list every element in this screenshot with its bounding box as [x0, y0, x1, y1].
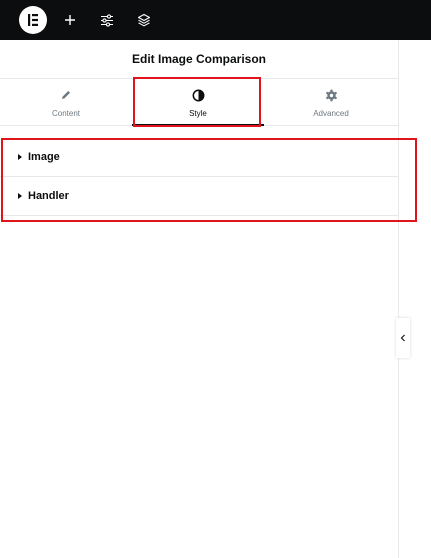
tab-advanced[interactable]: Advanced: [264, 79, 398, 125]
tab-style[interactable]: Style: [132, 79, 264, 126]
edit-panel: Edit Image Comparison Content Style Adva…: [0, 40, 399, 558]
section-handler-label: Handler: [28, 190, 69, 202]
chevron-left-icon: [400, 329, 406, 347]
sliders-icon[interactable]: [97, 10, 117, 30]
gear-icon: [324, 88, 338, 102]
section-image[interactable]: Image: [0, 138, 398, 177]
panel-header: Edit Image Comparison: [0, 40, 398, 79]
tab-style-label: Style: [189, 109, 207, 118]
contrast-icon: [191, 88, 205, 102]
layers-icon[interactable]: [134, 10, 154, 30]
style-sections: Image Handler: [0, 138, 398, 216]
elementor-logo-icon[interactable]: [19, 6, 47, 34]
panel-title: Edit Image Comparison: [131, 52, 267, 66]
caret-right-icon: [18, 193, 22, 199]
panel-tabs: Content Style Advanced: [0, 79, 398, 126]
pencil-icon: [59, 88, 73, 102]
tab-advanced-label: Advanced: [313, 109, 349, 118]
top-toolbar: [0, 0, 431, 40]
editor-app: Edit Image Comparison Content Style Adva…: [0, 0, 431, 558]
tab-content-label: Content: [51, 109, 81, 118]
tab-content[interactable]: Content: [0, 79, 132, 125]
collapse-panel-button[interactable]: [396, 318, 410, 358]
section-handler[interactable]: Handler: [0, 177, 398, 216]
section-image-label: Image: [28, 151, 60, 163]
caret-right-icon: [18, 154, 22, 160]
plus-icon[interactable]: [60, 10, 80, 30]
